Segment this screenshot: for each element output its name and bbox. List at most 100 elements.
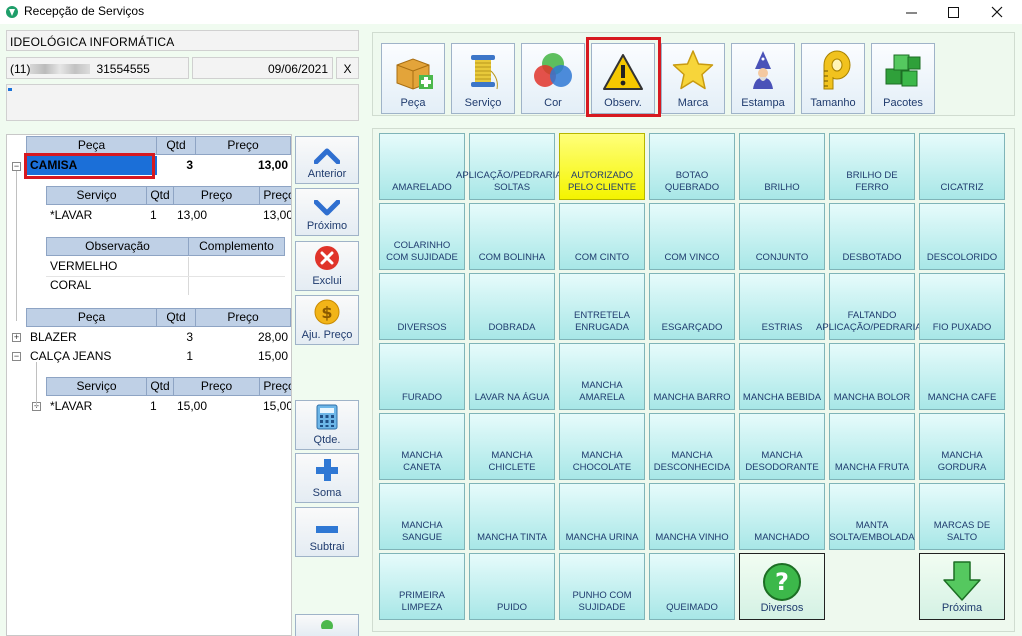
observation-button[interactable]: MANCHA SANGUE bbox=[379, 483, 465, 550]
clear-client-button[interactable]: X bbox=[336, 57, 359, 79]
col-header-price[interactable]: Preço bbox=[195, 136, 291, 155]
tree-item-name[interactable]: CAMISA bbox=[26, 156, 157, 175]
col-header-service[interactable]: Serviço bbox=[46, 186, 147, 205]
observation-button[interactable]: MANCHADO bbox=[739, 483, 825, 550]
previous-button[interactable]: Anterior bbox=[295, 136, 359, 184]
col-header-service[interactable]: Serviço bbox=[46, 377, 147, 396]
misc-button[interactable]: ? Diversos bbox=[739, 553, 825, 620]
observation-button[interactable]: MANCHA GORDURA bbox=[919, 413, 1005, 480]
observation-button[interactable]: ESTRIAS bbox=[739, 273, 825, 340]
observation-button[interactable]: MANCHA CHOCOLATE bbox=[559, 413, 645, 480]
col-header-price[interactable]: Preço bbox=[195, 308, 291, 327]
collapse-icon[interactable]: − bbox=[12, 162, 21, 171]
observation-button[interactable]: DESBOTADO bbox=[829, 203, 915, 270]
observation-button[interactable]: DIVERSOS bbox=[379, 273, 465, 340]
observation-button[interactable]: QUEIMADO bbox=[649, 553, 735, 620]
service-price2[interactable]: 13,00 bbox=[259, 206, 291, 225]
tree-item-price[interactable]: 13,00 bbox=[195, 156, 291, 175]
toolbar-packages-button[interactable]: Pacotes bbox=[871, 43, 935, 114]
tree-item-qty[interactable]: 1 bbox=[156, 347, 196, 366]
observation-button[interactable]: MANCHA BARRO bbox=[649, 343, 735, 410]
observation-row[interactable]: VERMELHO bbox=[46, 257, 189, 276]
observation-button[interactable]: ENTRETELA ENRUGADA bbox=[559, 273, 645, 340]
observation-button[interactable]: AUTORIZADO PELO CLIENTE bbox=[559, 133, 645, 200]
tree-item-name[interactable]: BLAZER bbox=[26, 328, 157, 347]
toolbar-brand-button[interactable]: Marca bbox=[661, 43, 725, 114]
next-page-button[interactable]: Próxima bbox=[919, 553, 1005, 620]
observation-button[interactable]: PUIDO bbox=[469, 553, 555, 620]
observation-button[interactable]: MANCHA FRUTA bbox=[829, 413, 915, 480]
observation-button[interactable]: MANCHA CAFE bbox=[919, 343, 1005, 410]
toolbar-service-button[interactable]: Serviço bbox=[451, 43, 515, 114]
adjust-price-button[interactable]: $ Aju. Preço bbox=[295, 295, 359, 345]
observation-button[interactable]: BOTAO QUEBRADO bbox=[649, 133, 735, 200]
close-button[interactable] bbox=[974, 0, 1020, 24]
observation-button[interactable]: LAVAR NA ÁGUA bbox=[469, 343, 555, 410]
col-header-service-price[interactable]: Preço bbox=[173, 186, 260, 205]
observation-button[interactable]: MANCHA DESODORANTE bbox=[739, 413, 825, 480]
observation-button[interactable]: COM VINCO bbox=[649, 203, 735, 270]
observation-button[interactable]: BRILHO bbox=[739, 133, 825, 200]
maximize-button[interactable] bbox=[930, 0, 976, 24]
tree-item-qty[interactable]: 3 bbox=[156, 328, 196, 347]
observation-button[interactable]: DESCOLORIDO bbox=[919, 203, 1005, 270]
toolbar-size-button[interactable]: Tamanho bbox=[801, 43, 865, 114]
observation-button[interactable]: MANCHA TINTA bbox=[469, 483, 555, 550]
collapse-icon[interactable]: − bbox=[12, 352, 21, 361]
col-header-service-price[interactable]: Preço bbox=[173, 377, 260, 396]
observation-button[interactable]: PUNHO COM SUJIDADE bbox=[559, 553, 645, 620]
observation-button[interactable]: MANCHA AMARELA bbox=[559, 343, 645, 410]
observation-button[interactable]: MARCAS DE SALTO bbox=[919, 483, 1005, 550]
col-header-qty[interactable]: Qtd bbox=[156, 136, 196, 155]
observation-button[interactable]: CICATRIZ bbox=[919, 133, 1005, 200]
observation-button[interactable]: PRIMEIRA LIMPEZA bbox=[379, 553, 465, 620]
tree-item-price[interactable]: 28,00 bbox=[195, 328, 291, 347]
observation-button[interactable]: ESGARÇADO bbox=[649, 273, 735, 340]
service-qty[interactable]: 1 bbox=[146, 397, 174, 416]
col-header-service-qty[interactable]: Qtd bbox=[146, 186, 174, 205]
observation-button[interactable]: APLICAÇÃO/PEDRARIAS SOLTAS bbox=[456, 133, 568, 200]
next-button[interactable]: Próximo bbox=[295, 188, 359, 236]
service-name[interactable]: *LAVAR bbox=[46, 397, 147, 416]
col-header-qty[interactable]: Qtd bbox=[156, 308, 196, 327]
col-header-service-price2[interactable]: Preço bbox=[259, 377, 291, 396]
observation-button[interactable]: FURADO bbox=[379, 343, 465, 410]
observation-button[interactable]: MANCHA CHICLETE bbox=[469, 413, 555, 480]
toolbar-piece-button[interactable]: Peça bbox=[381, 43, 445, 114]
items-tree[interactable]: Peça Qtd Preço − CAMISA 3 13,00 Serviço … bbox=[6, 134, 292, 636]
observation-button[interactable]: FIO PUXADO bbox=[919, 273, 1005, 340]
delete-button[interactable]: Exclui bbox=[295, 241, 359, 291]
toolbar-observation-button[interactable]: Observ. bbox=[591, 43, 655, 114]
quantity-button[interactable]: Qtde. bbox=[295, 400, 359, 450]
tree-item-price[interactable]: 15,00 bbox=[195, 347, 291, 366]
observation-button[interactable]: AMARELADO bbox=[379, 133, 465, 200]
col-header-observation[interactable]: Observação bbox=[46, 237, 189, 256]
observation-row[interactable]: CORAL bbox=[46, 276, 189, 295]
col-header-service-price2[interactable]: Preço bbox=[259, 186, 291, 205]
observation-button[interactable]: MANCHA DESCONHECIDA bbox=[649, 413, 735, 480]
service-name[interactable]: *LAVAR bbox=[46, 206, 147, 225]
col-header-piece[interactable]: Peça bbox=[26, 308, 157, 327]
expand-icon[interactable]: + bbox=[12, 333, 21, 342]
tree-item-name[interactable]: CALÇA JEANS bbox=[26, 347, 157, 366]
subtract-button[interactable]: Subtrai bbox=[295, 507, 359, 557]
observation-button[interactable]: MANTA SOLTA/EMBOLADA bbox=[829, 483, 915, 550]
toolbar-color-button[interactable]: Cor bbox=[521, 43, 585, 114]
service-price[interactable]: 13,00 bbox=[173, 206, 260, 225]
toolbar-print-button[interactable]: Estampa bbox=[731, 43, 795, 114]
observation-button[interactable]: MANCHA URINA bbox=[559, 483, 645, 550]
add-button[interactable]: Soma bbox=[295, 453, 359, 503]
observation-button[interactable]: BRILHO DE FERRO bbox=[829, 133, 915, 200]
observation-button[interactable]: COM BOLINHA bbox=[469, 203, 555, 270]
minimize-button[interactable] bbox=[888, 0, 934, 24]
observation-button[interactable]: COLARINHO COM SUJIDADE bbox=[379, 203, 465, 270]
tree-item-qty[interactable]: 3 bbox=[156, 156, 196, 175]
observation-button[interactable]: CONJUNTO bbox=[739, 203, 825, 270]
observation-button[interactable]: MANCHA BEBIDA bbox=[739, 343, 825, 410]
observation-button[interactable]: MANCHA BOLOR bbox=[829, 343, 915, 410]
extra-button[interactable] bbox=[295, 614, 359, 636]
observation-button[interactable]: COM CINTO bbox=[559, 203, 645, 270]
service-qty[interactable]: 1 bbox=[146, 206, 174, 225]
col-header-complement[interactable]: Complemento bbox=[188, 237, 285, 256]
col-header-service-qty[interactable]: Qtd bbox=[146, 377, 174, 396]
